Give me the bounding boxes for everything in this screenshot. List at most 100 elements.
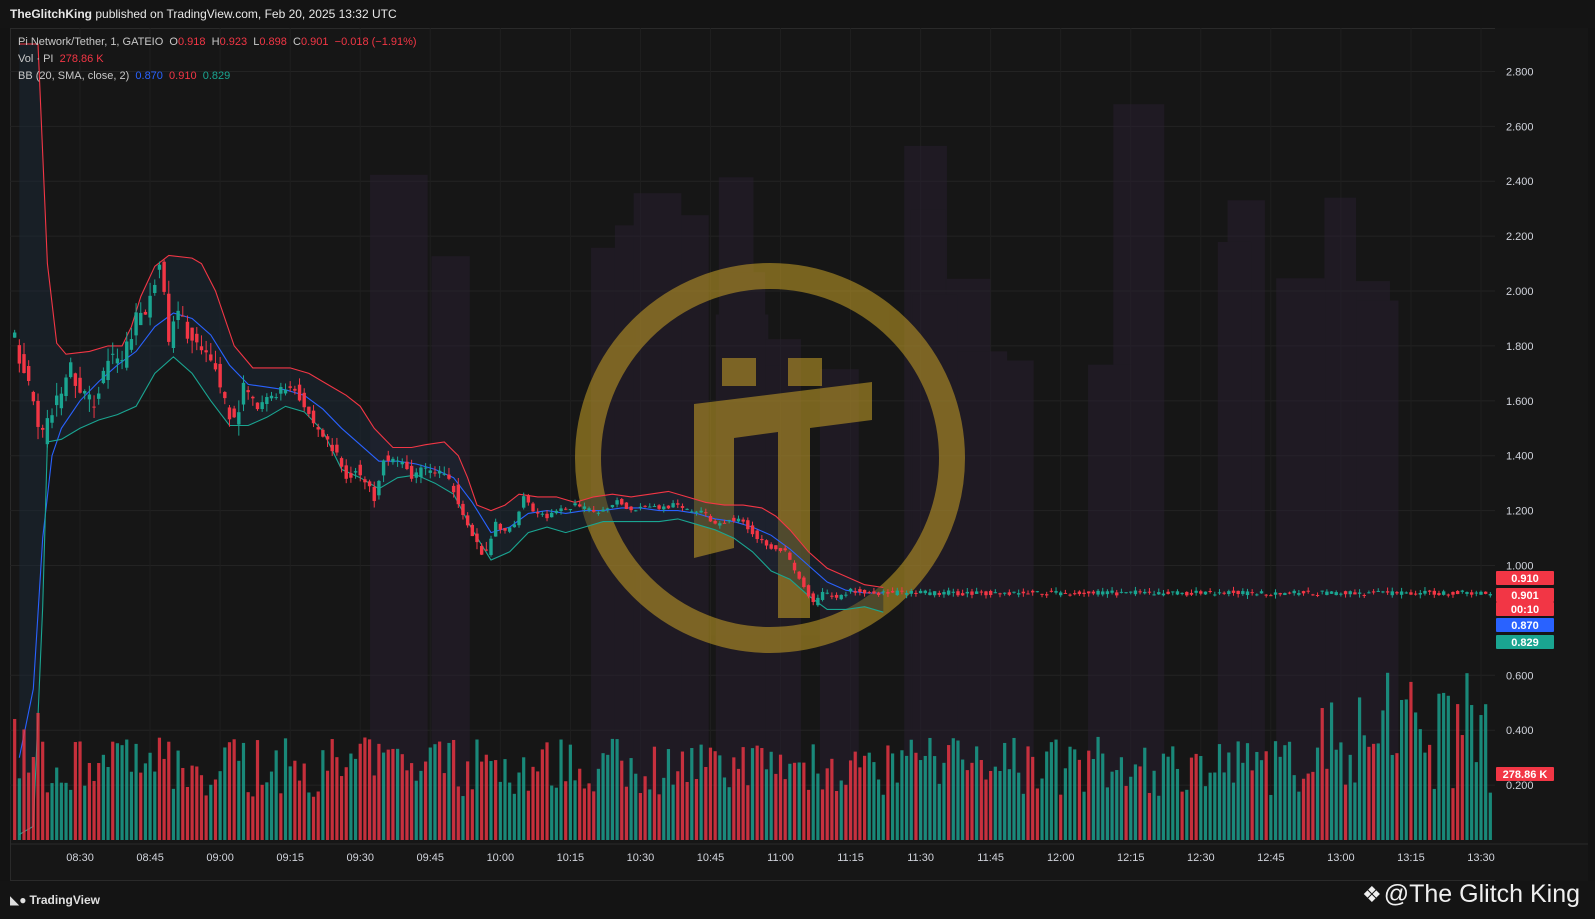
volume-bar xyxy=(1306,773,1310,840)
bb-label[interactable]: BB (20, SMA, close, 2) xyxy=(18,70,129,82)
price-tick-label: 1.200 xyxy=(1506,506,1534,518)
candle-body xyxy=(1203,591,1208,595)
volume-bar xyxy=(975,746,979,840)
symbol-label[interactable]: Pi Network/Tether, 1, GATEIO xyxy=(18,36,163,48)
volume-bar xyxy=(115,743,120,840)
bb-upper-badge-text: 0.910 xyxy=(1511,573,1539,585)
volume-bar xyxy=(260,784,264,840)
publish-info: published on TradingView.com, Feb 20, 20… xyxy=(95,7,397,21)
candle-body xyxy=(45,418,50,445)
candle-body xyxy=(1115,592,1119,596)
bb-legend-row: BB (20, SMA, close, 2) 0.870 0.910 0.829 xyxy=(18,68,417,85)
volume-bar xyxy=(1222,772,1226,840)
candle-body xyxy=(115,358,120,364)
volume-bar xyxy=(367,739,372,840)
volume-bar xyxy=(867,752,871,840)
volume-bar xyxy=(438,741,442,840)
candle-body xyxy=(199,346,204,351)
candle-body xyxy=(1175,591,1180,595)
volume-bar xyxy=(45,792,49,840)
candle-body xyxy=(1255,594,1259,596)
volume-bar xyxy=(1357,697,1362,840)
candle-body xyxy=(400,461,404,465)
candle-body xyxy=(297,384,302,401)
bb-lower-badge-text: 0.829 xyxy=(1511,637,1539,649)
volume-bar xyxy=(1091,758,1095,840)
volume-bar xyxy=(498,781,502,840)
volume-bar xyxy=(573,780,577,840)
volume-label[interactable]: Vol · PI xyxy=(18,53,53,65)
volume-bar xyxy=(531,766,535,840)
price-chart[interactable]: 2.800 2.600 2.400 2.200 2.000 1.800 1.600 1.400… xyxy=(10,28,1588,881)
candle-body xyxy=(914,592,918,595)
volume-bar xyxy=(1470,705,1474,840)
candle-body xyxy=(1269,595,1273,597)
candle-body xyxy=(1012,591,1016,593)
volume-bar xyxy=(92,780,96,840)
candle-body xyxy=(265,397,269,405)
volume-bar xyxy=(307,792,311,840)
volume-bar xyxy=(302,763,306,840)
volume-bar xyxy=(998,770,1002,840)
tradingview-brand[interactable]: ◣● TradingView xyxy=(10,893,100,907)
volume-bar xyxy=(59,782,63,840)
publisher-name[interactable]: TheGlitchKing xyxy=(10,7,92,21)
volume-bar xyxy=(1376,743,1380,840)
candle-body xyxy=(143,311,148,315)
candle-body xyxy=(1320,590,1324,592)
candle-body xyxy=(746,520,750,530)
bb-basis-badge: 0.870 xyxy=(1496,618,1554,632)
volume-bar xyxy=(989,770,993,840)
volume-bar xyxy=(736,768,741,840)
candle-body xyxy=(227,407,232,420)
candle-body xyxy=(806,585,811,597)
candle-body xyxy=(1432,590,1436,595)
candle-body xyxy=(358,464,362,476)
candle-body xyxy=(1451,591,1455,595)
volume-bar xyxy=(634,773,638,840)
volume-bar xyxy=(363,737,367,840)
candle-body xyxy=(507,527,512,532)
volume-bar xyxy=(559,739,563,840)
candle-body xyxy=(1427,590,1432,592)
volume-bar xyxy=(704,766,708,840)
volume-bar xyxy=(246,792,250,840)
candle-body xyxy=(1460,590,1465,592)
volume-bar xyxy=(1451,788,1455,840)
volume-bar xyxy=(643,776,647,840)
volume-bar xyxy=(554,787,558,840)
volume-bar xyxy=(858,767,862,840)
candle-body xyxy=(1250,592,1254,594)
candle-body xyxy=(1138,591,1142,593)
candle-body xyxy=(1082,592,1086,595)
volume-bar xyxy=(83,785,87,840)
candle-body xyxy=(825,592,829,594)
chart-legend: Pi Network/Tether, 1, GATEIO O0.918 H0.9… xyxy=(18,34,417,85)
candle-body xyxy=(489,538,493,556)
volume-bar xyxy=(825,768,829,840)
volume-bar xyxy=(806,789,811,840)
volume-bar xyxy=(288,766,292,840)
volume-bar xyxy=(750,748,755,840)
candle-body xyxy=(381,460,386,476)
volume-bar xyxy=(293,760,297,840)
candle-body xyxy=(648,506,652,508)
volume-bar xyxy=(101,754,105,840)
volume-bar xyxy=(255,740,260,840)
candle-body xyxy=(101,370,106,384)
volume-bar xyxy=(1432,788,1436,840)
volume-bar xyxy=(171,788,176,840)
volume-bar xyxy=(1315,747,1320,840)
bb-basis-value: 0.870 xyxy=(135,70,163,82)
volume-bar xyxy=(578,768,582,840)
volume-bar xyxy=(741,747,745,840)
candle-body xyxy=(1306,590,1310,592)
countdown-badge-text: 00:10 xyxy=(1511,604,1539,616)
volume-bar xyxy=(881,794,885,840)
candle-body xyxy=(465,515,470,526)
volume-bar xyxy=(237,760,241,840)
candle-body xyxy=(946,590,951,595)
volume-bar xyxy=(872,762,876,840)
volume-bar xyxy=(1278,756,1282,840)
candle-body xyxy=(241,382,246,405)
